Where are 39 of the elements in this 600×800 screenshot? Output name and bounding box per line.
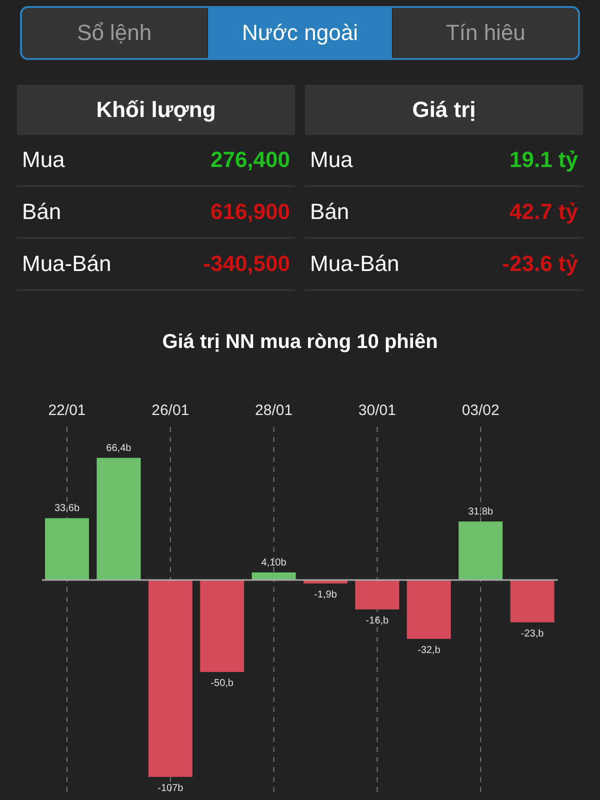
row-label: Mua-Bán [310, 251, 400, 277]
row-value: 276,400 [210, 147, 290, 173]
bar [406, 580, 451, 639]
row-label: Mua-Bán [22, 251, 112, 277]
tab[interactable]: Sổ lệnh [22, 8, 208, 58]
date-label: 30/01 [358, 402, 396, 419]
bar [510, 580, 554, 622]
tab[interactable]: Nước ngoài [208, 8, 394, 58]
row-label: Mua [310, 147, 353, 173]
row-value: 42.7 tỷ [510, 199, 578, 225]
value-label: 4,10b [261, 557, 286, 568]
value-label: 33,6b [54, 503, 80, 514]
date-label: 22/01 [48, 402, 86, 419]
date-label: 28/01 [255, 402, 293, 419]
bar [252, 572, 296, 580]
value-label: -16,b [366, 615, 389, 626]
bar [355, 580, 400, 610]
date-label: 03/02 [462, 402, 500, 419]
value-label: -32,b [418, 644, 440, 656]
value-label: -107b [158, 782, 184, 794]
row-value: -23.6 tỷ [502, 251, 578, 277]
row-label: Bán [22, 199, 62, 225]
bar [45, 518, 89, 580]
row-value: 19.1 tỷ [510, 147, 578, 173]
value-label: 66,4b [106, 442, 132, 454]
date-label: 26/01 [152, 402, 190, 419]
value-label: -50,b [210, 678, 234, 689]
bar [458, 522, 503, 580]
column-header: Giá trị [305, 85, 583, 135]
value-label: 31,8b [468, 506, 494, 518]
value-label: -23,b [520, 628, 544, 640]
row-value: -340,500 [203, 251, 290, 277]
row-value: 616,900 [210, 199, 290, 225]
row-label: Bán [310, 199, 350, 225]
column-header: Khối lượng [17, 85, 295, 135]
bar [304, 580, 348, 584]
row-label: Mua [22, 147, 65, 173]
chart-title: Giá trị NN mua ròng 10 phiên [161, 331, 439, 355]
value-label: -1,9b [314, 590, 337, 600]
